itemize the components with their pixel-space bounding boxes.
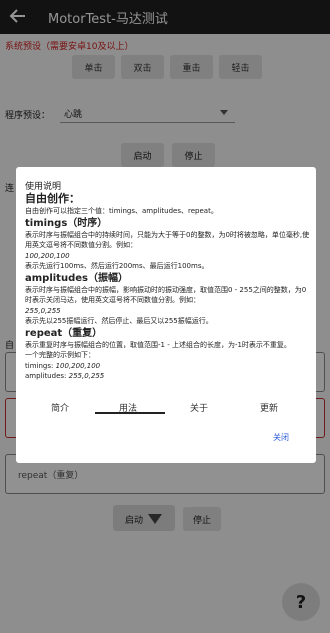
- timings-heading: timings（时序）: [25, 217, 108, 229]
- repeat-heading: repeat（重复）: [25, 327, 103, 339]
- active-tab-indicator: [95, 412, 165, 414]
- full-example-amplitudes: amplitudes: 255,0,255: [25, 371, 311, 382]
- full-amplitudes-key: amplitudes:: [25, 372, 67, 380]
- full-example-timings: timings: 100,200,100: [25, 361, 311, 372]
- dialog-title: 使用说明: [25, 182, 62, 192]
- amplitudes-example: 255,0,255: [25, 306, 61, 315]
- dialog-tabs: 简介 用法 关于 更新: [16, 398, 316, 416]
- tab-about[interactable]: 关于: [190, 401, 208, 414]
- free-create-heading: 自由创作：: [25, 192, 80, 205]
- timings-explanation: 表示先运行100ms、然后运行200ms、最后运行100ms。: [25, 262, 209, 270]
- full-example-intro: 一个完整的示例如下：: [25, 351, 95, 359]
- timings-description: 表示时序与振幅组合中的持续时间，只能为大于等于0的整数，为0时将被忽略，单位毫秒…: [25, 230, 310, 250]
- repeat-description: 表示重复时序与振幅组合的位置，取值范围-1 - 上述组合的长度，为-1时表示不重…: [25, 340, 291, 349]
- dialog-content[interactable]: 自由创作： 自由创作可以指定三个值：timings、amplitudes、rep…: [25, 192, 311, 397]
- close-button[interactable]: 关闭: [273, 432, 289, 443]
- amplitudes-heading: amplitudes（振幅）: [25, 272, 128, 284]
- tab-intro[interactable]: 简介: [51, 401, 69, 414]
- full-timings-key: timings:: [25, 361, 54, 370]
- timings-example: 100,200,100: [25, 251, 70, 260]
- tab-updates[interactable]: 更新: [260, 401, 278, 414]
- amplitudes-explanation: 表示先以255振幅运行、然后停止、最后又以255振幅运行。: [25, 317, 213, 325]
- full-amplitudes-value: 255,0,255: [68, 372, 105, 380]
- intro-text: 自由创作可以指定三个值：timings、amplitudes、repeat。: [25, 207, 218, 215]
- amplitudes-description: 表示时序与振幅组合中的振幅，影响振动时的振动强度，取值范围0 - 255之间的整…: [25, 285, 307, 305]
- instructions-dialog: 使用说明 自由创作： 自由创作可以指定三个值：timings、amplitude…: [16, 167, 316, 463]
- full-timings-value: 100,200,100: [55, 361, 101, 370]
